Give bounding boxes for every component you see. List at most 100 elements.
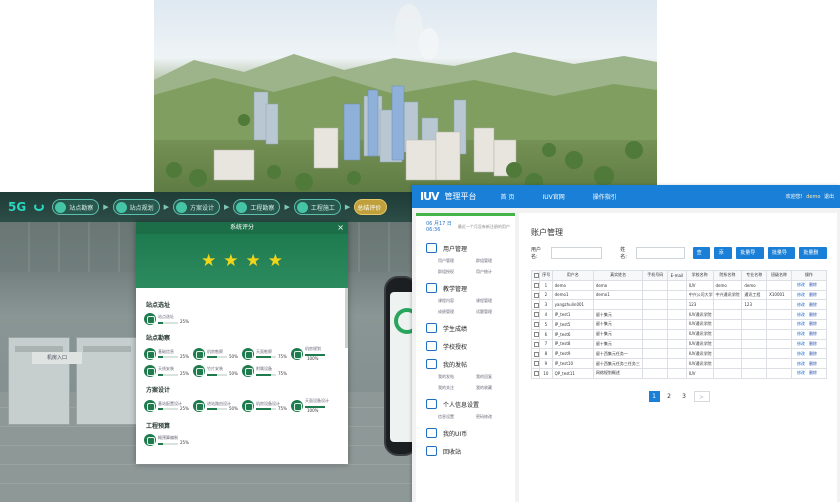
edit-link[interactable]: 修改: [797, 370, 805, 375]
row-checkbox[interactable]: [534, 331, 539, 337]
score-text: 进站路由设计 50%: [207, 401, 240, 411]
step-arrow-icon: ▶: [284, 203, 290, 211]
menu-item[interactable]: 学生成绩: [420, 321, 515, 335]
delete-link[interactable]: 删除: [809, 302, 817, 307]
score-bar-fill: [158, 373, 163, 376]
menu-icon: [426, 446, 437, 456]
submenu-item[interactable]: 用户管理: [438, 255, 468, 266]
submenu-item[interactable]: 我的收藏: [476, 382, 506, 393]
delete-link[interactable]: 删除: [809, 321, 817, 326]
modal-scrollbar[interactable]: [345, 288, 348, 348]
step-button[interactable]: 站点规划: [112, 199, 160, 215]
column-header: E-mail: [667, 270, 687, 281]
table-row: 6 IP_test6 留十集元 IUV通讯学院 修改 删除: [530, 328, 828, 340]
table-cell: [667, 318, 687, 330]
menu-item[interactable]: 回收站: [420, 444, 515, 458]
score-item: 概预算编制 25%: [144, 434, 191, 446]
step-button[interactable]: 站点勘察: [52, 199, 100, 215]
row-checkbox[interactable]: [534, 361, 539, 367]
delete-link[interactable]: 删除: [809, 282, 817, 287]
query-button[interactable]: 查询: [692, 247, 711, 268]
step-button-active[interactable]: 总结评价: [354, 199, 388, 215]
row-checkbox[interactable]: [534, 292, 539, 298]
add-button[interactable]: 添加: [714, 247, 733, 268]
delete-link[interactable]: 删除: [809, 351, 817, 356]
score-item: 竹片安装 50%: [193, 365, 240, 377]
submenu-item[interactable]: 我的回复: [476, 371, 506, 382]
row-checkbox[interactable]: [534, 341, 539, 347]
row-checkbox[interactable]: [534, 371, 539, 377]
menu-item[interactable]: 我的发帖: [420, 357, 515, 371]
edit-link[interactable]: 修改: [797, 361, 805, 366]
submenu-item[interactable]: 群组授权: [438, 266, 468, 277]
delete-link[interactable]: 删除: [809, 341, 817, 346]
submenu-item[interactable]: 密码修改: [476, 411, 506, 422]
row-checkbox[interactable]: [534, 312, 539, 318]
delete-link[interactable]: 删除: [809, 370, 817, 375]
submenu-item[interactable]: 我的发帖: [438, 371, 468, 382]
row-checkbox[interactable]: [534, 351, 539, 357]
menu-item[interactable]: 用户管理: [420, 241, 515, 255]
delete-link[interactable]: 删除: [809, 361, 817, 366]
submenu-item[interactable]: 试题管理: [476, 306, 506, 317]
nav-guide[interactable]: 操作指引: [593, 192, 617, 201]
close-icon[interactable]: ×: [337, 222, 344, 234]
edit-link[interactable]: 修改: [797, 321, 805, 326]
equipment-cabinet[interactable]: [8, 337, 70, 425]
score-percent: 100%: [307, 408, 319, 413]
menu-item[interactable]: 教学管理: [420, 281, 515, 295]
user-name[interactable]: demo: [806, 194, 820, 200]
submenu-item[interactable]: 我的关注: [438, 382, 468, 393]
edit-link[interactable]: 修改: [797, 292, 805, 297]
submenu-item[interactable]: 课程管理: [476, 295, 506, 306]
step-button[interactable]: 工程勘察: [233, 199, 281, 215]
edit-link[interactable]: 修改: [797, 312, 805, 317]
submenu-item[interactable]: 群组管理: [476, 255, 506, 266]
submenu-item[interactable]: 信息设置: [438, 411, 468, 422]
next-page-button[interactable]: >: [693, 390, 710, 402]
table-cell: [741, 348, 768, 360]
table-cell: [741, 309, 768, 320]
equipment-cabinet[interactable]: [76, 337, 138, 425]
batch-import-button[interactable]: 批量导入: [736, 247, 764, 268]
submenu-item[interactable]: 成绩管理: [438, 306, 468, 317]
table-cell: [667, 358, 687, 369]
edit-link[interactable]: 修改: [797, 351, 805, 356]
batch-delete-button[interactable]: 批量删除: [799, 247, 827, 268]
menu-item[interactable]: 我的UI币: [420, 426, 515, 440]
row-checkbox[interactable]: [534, 282, 539, 288]
score-bar-fill: [158, 356, 163, 358]
select-all-checkbox[interactable]: [534, 273, 539, 279]
score-bar: [158, 373, 178, 376]
table-cell: 2: [539, 289, 553, 301]
nav-iuv-site[interactable]: IUV官网: [542, 192, 564, 201]
page-button[interactable]: 2: [664, 391, 675, 402]
edit-link[interactable]: 修改: [797, 331, 805, 336]
delete-link[interactable]: 删除: [809, 312, 817, 317]
page-button[interactable]: 1: [648, 390, 660, 402]
batch-export-button[interactable]: 批量导出: [767, 247, 796, 268]
table-cell: 留十集元: [592, 328, 644, 340]
edit-link[interactable]: 修改: [797, 302, 805, 307]
nav-home[interactable]: 首 页: [501, 192, 515, 201]
table-cell: [741, 338, 768, 350]
score-text: 附属设备 75%: [256, 366, 289, 376]
menu-item[interactable]: 个人信息设置: [420, 397, 515, 411]
page-button[interactable]: 3: [679, 391, 690, 402]
step-button[interactable]: 方案设计: [173, 199, 221, 215]
delete-link[interactable]: 删除: [809, 331, 817, 336]
step-button[interactable]: 工程施工: [293, 199, 341, 215]
logout-link[interactable]: 退出: [824, 194, 834, 200]
row-checkbox[interactable]: [534, 302, 539, 308]
username-input[interactable]: [551, 247, 603, 259]
edit-link[interactable]: 修改: [797, 341, 805, 346]
edit-link[interactable]: 修改: [797, 282, 805, 287]
score-bar-fill: [256, 408, 271, 410]
submenu-item[interactable]: 课程内容: [438, 295, 468, 306]
name-input[interactable]: [635, 247, 685, 259]
menu-item[interactable]: 学校授权: [420, 339, 515, 353]
score-bar-fill: [158, 408, 163, 410]
row-checkbox[interactable]: [534, 322, 539, 328]
submenu-item[interactable]: 用户统计: [476, 266, 506, 277]
delete-link[interactable]: 删除: [809, 292, 817, 297]
